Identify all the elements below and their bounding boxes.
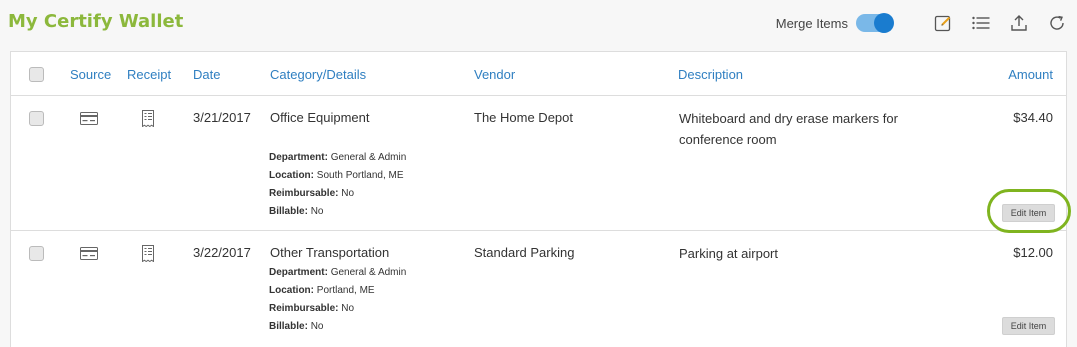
location-value: Portland, ME <box>316 285 375 296</box>
table-row[interactable]: 3/21/2017 Office Equipment Department: G… <box>11 96 1066 231</box>
list-icon <box>972 16 990 30</box>
refresh-icon <box>1050 15 1064 30</box>
page-header: My Certify Wallet Merge Items <box>0 0 1077 46</box>
row-details: Department: General & Admin Location: So… <box>269 149 406 221</box>
row-description: Parking at airport <box>679 246 778 261</box>
page-title: My Certify Wallet <box>8 11 184 32</box>
billable-value: No <box>310 321 324 332</box>
row-details: Department: General & Admin Location: Po… <box>269 264 406 336</box>
wallet-table: Source Receipt Date Category/Details Ven… <box>10 51 1067 347</box>
row-vendor: The Home Depot <box>474 110 573 125</box>
credit-card-icon <box>80 112 98 125</box>
billable-label: Billable: <box>269 321 308 332</box>
header-description[interactable]: Description <box>678 67 743 82</box>
toolbar: Merge Items <box>776 10 1067 36</box>
location-label: Location: <box>269 170 314 181</box>
row-checkbox[interactable] <box>29 111 44 126</box>
row-description: Whiteboard and dry erase markers for con… <box>679 111 898 147</box>
edit-item-button[interactable]: Edit Item <box>1002 317 1055 335</box>
row-date: 3/22/2017 <box>193 245 251 260</box>
row-amount: $34.40 <box>1013 110 1053 125</box>
header-date[interactable]: Date <box>193 67 220 82</box>
billable-label: Billable: <box>269 206 308 217</box>
row-vendor: Standard Parking <box>474 245 575 260</box>
merge-items-toggle[interactable] <box>856 13 894 33</box>
row-amount: $12.00 <box>1013 245 1053 260</box>
reimbursable-value: No <box>341 188 355 199</box>
reimbursable-label: Reimbursable: <box>269 303 339 314</box>
header-receipt[interactable]: Receipt <box>127 67 171 82</box>
receipt-icon[interactable] <box>142 110 154 127</box>
merge-items-label: Merge Items <box>775 15 848 31</box>
row-checkbox[interactable] <box>29 246 44 261</box>
header-amount[interactable]: Amount <box>1008 67 1053 82</box>
location-value: South Portland, ME <box>316 170 404 181</box>
edit-button[interactable] <box>933 13 953 33</box>
select-all-checkbox[interactable] <box>29 67 44 82</box>
table-row[interactable]: 3/22/2017 Other Transportation Departmen… <box>11 231 1066 347</box>
toggle-knob <box>874 13 894 33</box>
edit-item-button[interactable]: Edit Item <box>1002 204 1055 222</box>
upload-button[interactable] <box>1009 13 1029 33</box>
upload-icon <box>1011 15 1027 31</box>
row-category: Other Transportation <box>270 245 390 260</box>
reimbursable-value: No <box>341 303 355 314</box>
department-label: Department: <box>269 267 328 278</box>
edit-icon <box>934 15 951 32</box>
receipt-icon[interactable] <box>142 245 154 262</box>
header-category[interactable]: Category/Details <box>270 67 366 82</box>
list-view-button[interactable] <box>971 13 991 33</box>
billable-value: No <box>310 206 324 217</box>
row-category: Office Equipment <box>270 110 370 125</box>
header-vendor[interactable]: Vendor <box>474 67 515 82</box>
reimbursable-label: Reimbursable: <box>269 188 339 199</box>
row-date: 3/21/2017 <box>193 110 251 125</box>
refresh-button[interactable] <box>1047 13 1067 33</box>
table-header: Source Receipt Date Category/Details Ven… <box>11 52 1066 96</box>
header-source[interactable]: Source <box>70 67 111 82</box>
department-value: General & Admin <box>330 152 407 163</box>
department-label: Department: <box>269 152 328 163</box>
department-value: General & Admin <box>330 267 407 278</box>
credit-card-icon <box>80 247 98 260</box>
location-label: Location: <box>269 285 314 296</box>
